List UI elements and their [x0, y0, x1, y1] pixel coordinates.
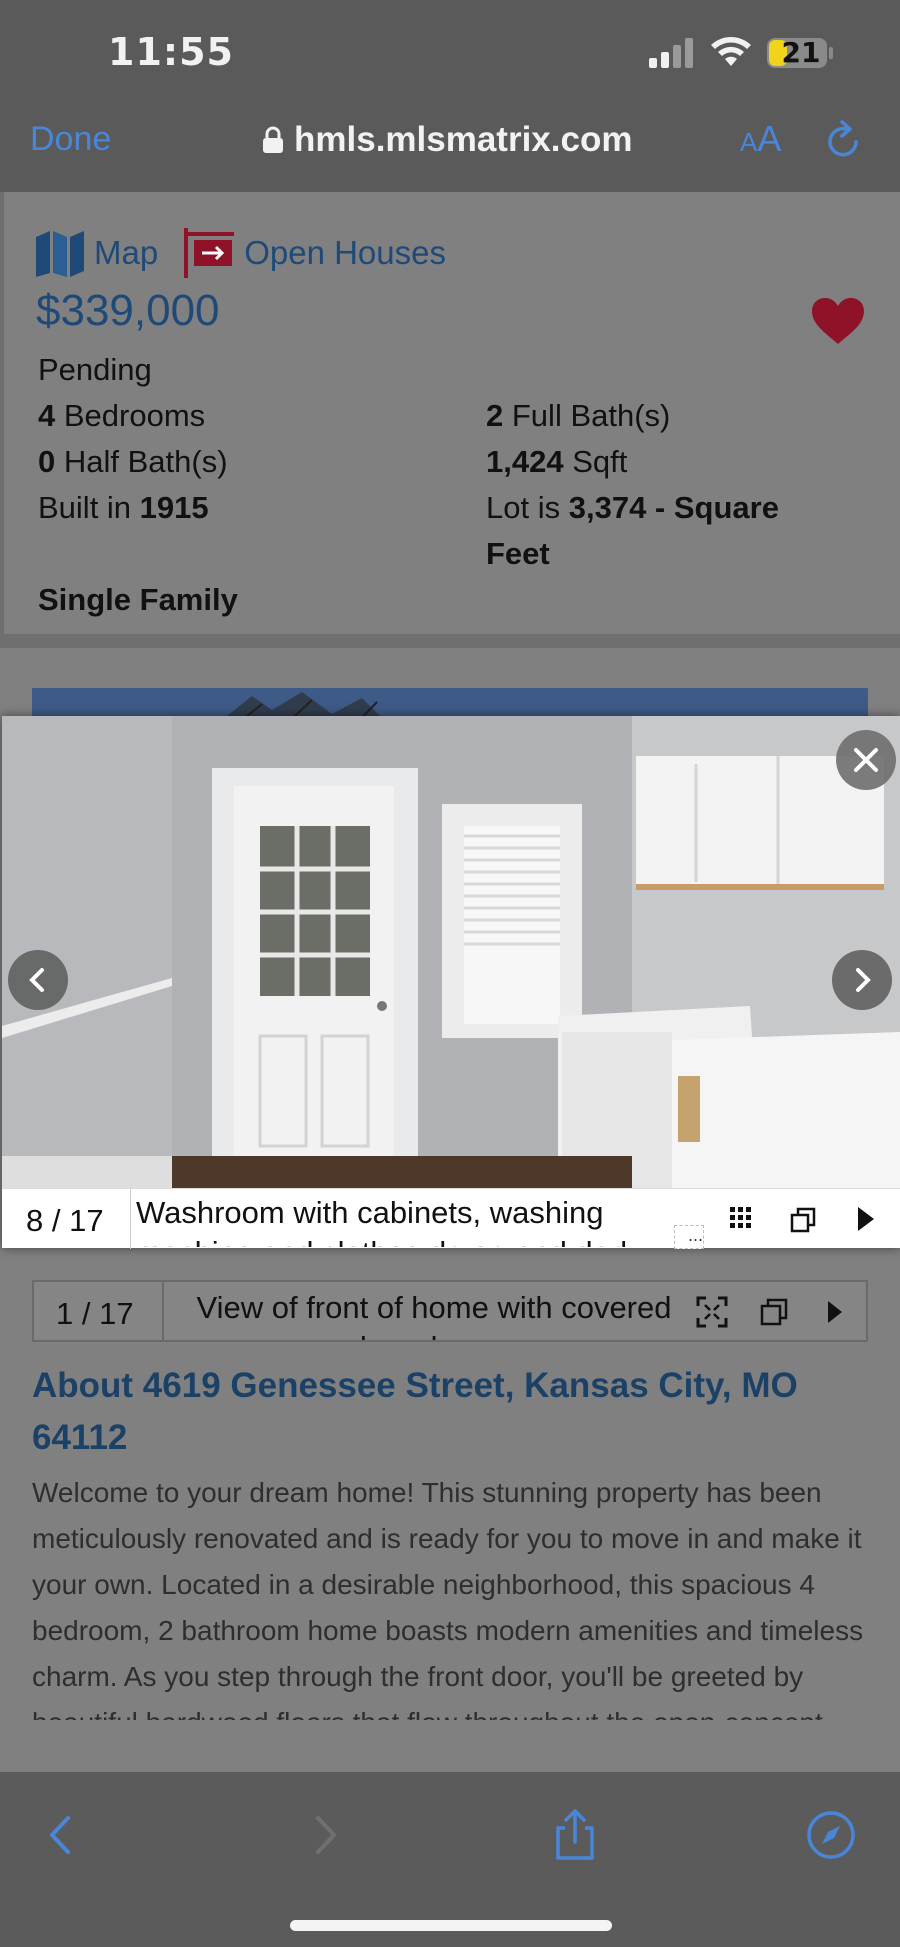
play-icon[interactable] [824, 1298, 846, 1326]
lot-size-fact-continued: Feet [486, 536, 550, 572]
lot-value-line2: Feet [486, 536, 550, 571]
heart-icon[interactable] [810, 296, 866, 346]
close-lightbox-button[interactable] [836, 730, 896, 790]
half-baths-value: 0 [38, 444, 56, 479]
full-baths-label: Full Bath(s) [511, 398, 671, 433]
caption-more-button[interactable]: ... [674, 1225, 704, 1249]
half-baths-label: Half Bath(s) [63, 444, 228, 479]
map-link-label: Map [94, 234, 159, 271]
half-baths-fact: 0 Half Bath(s) [38, 444, 228, 480]
lightbox-counter: 8 / 17 [26, 1203, 104, 1238]
gallery-counter: 1 / 17 [56, 1296, 134, 1331]
battery-level: 21 [781, 36, 821, 69]
home-indicator [290, 1920, 612, 1931]
lightbox-photo[interactable] [2, 716, 900, 1188]
sqft-value: 1,424 [486, 444, 564, 479]
open-houses-link-label: Open Houses [244, 234, 446, 271]
back-icon[interactable] [34, 1808, 88, 1862]
close-icon [854, 748, 878, 772]
photo-lightbox: 8 / 17 Washroom with cabinets, washing m… [2, 716, 900, 1249]
share-icon[interactable] [548, 1808, 602, 1862]
map-link[interactable]: Map [34, 227, 158, 279]
built-label: Built in [38, 490, 132, 525]
about-description: Welcome to your dream home! This stunnin… [32, 1477, 864, 1720]
text-size-large-label: A [757, 118, 782, 159]
open-houses-link[interactable]: Open Houses [182, 226, 446, 280]
forward-icon[interactable] [298, 1808, 352, 1862]
full-baths-value: 2 [486, 398, 504, 433]
bedrooms-value: 4 [38, 398, 56, 433]
done-button[interactable]: Done [30, 120, 111, 159]
popout-icon[interactable] [784, 1199, 824, 1239]
map-icon [36, 231, 84, 277]
reload-icon[interactable] [824, 118, 864, 164]
status-bar: 11:55 21 [0, 0, 900, 110]
play-icon[interactable] [846, 1199, 886, 1239]
previous-photo-button[interactable] [8, 950, 68, 1010]
url-field[interactable]: hmls.mlsmatrix.com [262, 118, 632, 162]
photo-gallery-bar: 1 / 17 View of front of home with covere… [32, 1280, 868, 1342]
built-value: 1915 [139, 490, 209, 525]
year-built-fact: Built in 1915 [38, 490, 209, 526]
bedrooms-fact: 4 Bedrooms [38, 398, 205, 434]
listing-summary: Map Open Houses $339,000 Pending 4 Bedro… [0, 192, 900, 634]
browser-bar: Done hmls.mlsmatrix.com AA [0, 110, 900, 192]
open-house-sign-icon [184, 228, 235, 278]
chevron-right-icon [856, 968, 871, 992]
sqft-fact: 1,424 Sqft [486, 444, 627, 480]
listing-links: Map Open Houses [34, 226, 470, 280]
full-baths-fact: 2 Full Bath(s) [486, 398, 670, 434]
popout-icon[interactable] [760, 1298, 788, 1326]
lot-value-line1: 3,374 - Square [568, 490, 779, 525]
text-size-small-label: A [740, 127, 758, 157]
lot-label: Lot is [486, 490, 561, 525]
sqft-label: Sqft [572, 444, 628, 479]
next-photo-button[interactable] [832, 950, 892, 1010]
section-divider [0, 634, 900, 648]
bedrooms-label: Bedrooms [63, 398, 206, 433]
fullscreen-icon[interactable] [696, 1296, 728, 1328]
gallery-caption: View of front of home with covered porch… [196, 1290, 672, 1340]
cellular-signal-icon [649, 38, 693, 68]
status-time: 11:55 [108, 30, 234, 74]
lock-icon [263, 126, 283, 153]
compass-icon[interactable] [804, 1808, 858, 1862]
grid-icon[interactable] [722, 1199, 762, 1239]
lightbox-caption: Washroom with cabinets, washing machine … [136, 1195, 636, 1247]
text-size-button[interactable]: AA [740, 118, 781, 160]
listing-price: $339,000 [36, 286, 220, 335]
lot-size-fact: Lot is 3,374 - Square [486, 490, 779, 526]
url-text: hmls.mlsmatrix.com [294, 120, 633, 159]
chevron-left-icon [29, 968, 44, 992]
property-type: Single Family [38, 582, 238, 617]
status-text: Pending [38, 352, 152, 387]
about-heading: About 4619 Genessee Street, Kansas City,… [32, 1366, 798, 1457]
lightbox-footer: 8 / 17 Washroom with cabinets, washing m… [2, 1188, 900, 1249]
wifi-icon [711, 37, 751, 66]
